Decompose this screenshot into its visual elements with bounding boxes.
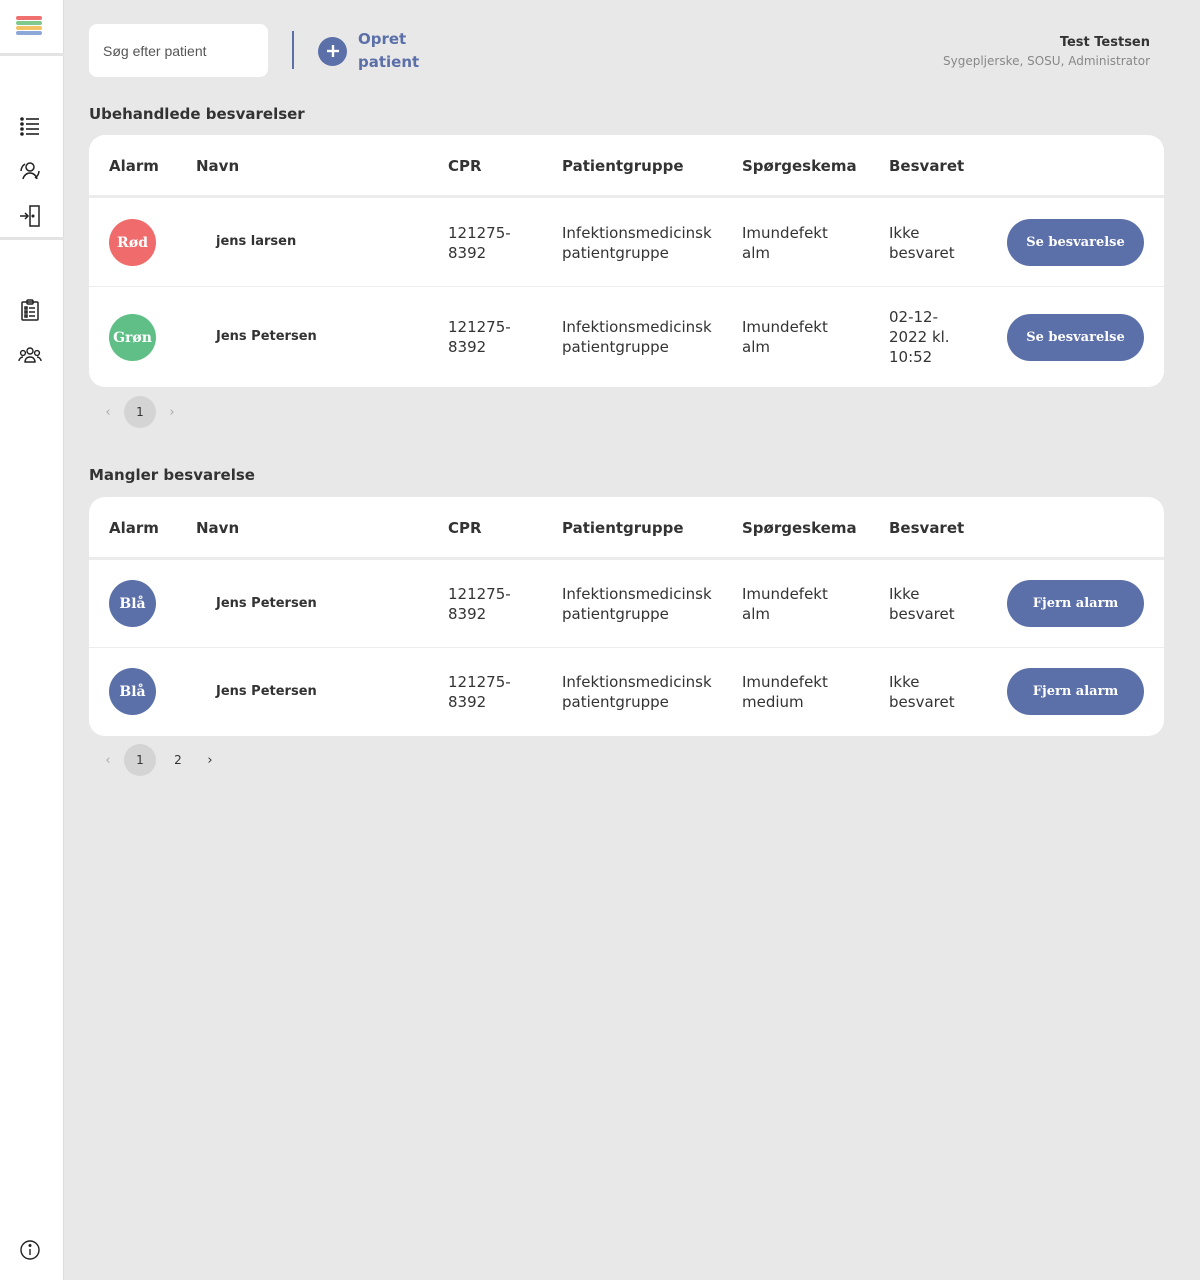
user-roles: Sygepljerske, SOSU, Administrator [943,54,1150,68]
alarm-badge: Grøn [109,314,156,361]
unhandled-table: Alarm Navn CPR Patientgruppe Spørgeskema… [89,135,1164,387]
table-row: Grøn Jens Petersen 121275-8392 Infektion… [89,287,1164,387]
clipboard-icon[interactable] [18,298,42,322]
app-logo[interactable] [16,16,42,40]
col-answered: Besvaret [889,519,965,537]
create-patient-button[interactable]: Opret patient [318,28,428,74]
cpr-value: 121275-8392 [448,585,511,623]
col-group: Patientgruppe [562,157,684,175]
toolbar-separator [292,31,294,69]
answered-value: 02-12-2022 kl. 10:52 [889,308,950,366]
col-group: Patientgruppe [562,519,684,537]
pagination-unhandled: ‹ 1 › [95,396,185,428]
page-1[interactable]: 1 [124,396,156,428]
patient-sync-icon[interactable] [18,159,42,183]
col-cpr: CPR [448,157,482,175]
pagination-missing: ‹ 1 2 › [95,744,223,776]
page-1[interactable]: 1 [124,744,156,776]
patient-name: Jens Petersen [216,684,317,699]
search-input[interactable] [89,24,268,77]
section-title-missing: Mangler besvarelse [89,466,255,484]
answered-value: Ikke besvaret [889,224,955,262]
next-page-icon[interactable]: › [159,396,185,428]
group-value: Infektionsmedicinsk patientgruppe [562,585,712,623]
col-name: Navn [196,157,240,175]
questionnaire-value: Imundefekt alm [742,585,828,623]
cpr-value: 121275-8392 [448,673,511,711]
table-row: Rød jens larsen 121275-8392 Infektionsme… [89,198,1164,287]
col-questionnaire: Spørgeskema [742,519,857,537]
missing-table: Alarm Navn CPR Patientgruppe Spørgeskema… [89,497,1164,736]
group-value: Infektionsmedicinsk patientgruppe [562,224,712,262]
cpr-value: 121275-8392 [448,224,511,262]
create-patient-label: Opret patient [358,30,420,71]
logout-icon[interactable] [18,204,42,228]
cpr-value: 121275-8392 [448,318,511,356]
col-alarm: Alarm [109,519,159,537]
group-value: Infektionsmedicinsk patientgruppe [562,673,712,711]
group-value: Infektionsmedicinsk patientgruppe [562,318,712,356]
answered-value: Ikke besvaret [889,673,955,711]
next-page-icon[interactable]: › [197,744,223,776]
prev-page-icon[interactable]: ‹ [95,744,121,776]
plus-icon [318,36,347,66]
sidebar-divider [0,237,64,240]
questionnaire-value: Imundefekt alm [742,318,828,356]
user-info: Test Testsen Sygepljerske, SOSU, Adminis… [943,34,1150,70]
col-answered: Besvaret [889,157,965,175]
table-header: Alarm Navn CPR Patientgruppe Spørgeskema… [89,497,1164,560]
list-icon[interactable] [18,114,42,138]
view-answer-button[interactable]: Se besvarelse [1007,314,1144,361]
questionnaire-value: Imundefekt alm [742,224,828,262]
sidebar [0,0,64,1280]
section-title-unhandled: Ubehandlede besvarelser [89,105,305,123]
table-header: Alarm Navn CPR Patientgruppe Spørgeskema… [89,135,1164,198]
table-row: Blå Jens Petersen 121275-8392 Infektions… [89,560,1164,648]
sidebar-divider [0,53,64,56]
col-questionnaire: Spørgeskema [742,157,857,175]
questionnaire-value: Imundefekt medium [742,673,828,711]
patient-name: Jens Petersen [216,596,317,611]
remove-alarm-button[interactable]: Fjern alarm [1007,668,1144,715]
alarm-badge: Rød [109,219,156,266]
answered-value: Ikke besvaret [889,585,955,623]
patient-name: Jens Petersen [216,329,317,344]
remove-alarm-button[interactable]: Fjern alarm [1007,580,1144,627]
view-answer-button[interactable]: Se besvarelse [1007,219,1144,266]
alarm-badge: Blå [109,668,156,715]
patient-name: jens larsen [216,234,297,249]
alarm-badge: Blå [109,580,156,627]
group-icon[interactable] [18,343,42,367]
page-2[interactable]: 2 [162,744,194,776]
prev-page-icon[interactable]: ‹ [95,396,121,428]
col-cpr: CPR [448,519,482,537]
col-name: Navn [196,519,240,537]
info-icon[interactable] [18,1238,42,1262]
user-name: Test Testsen [1059,35,1150,50]
table-row: Blå Jens Petersen 121275-8392 Infektions… [89,648,1164,736]
col-alarm: Alarm [109,157,159,175]
